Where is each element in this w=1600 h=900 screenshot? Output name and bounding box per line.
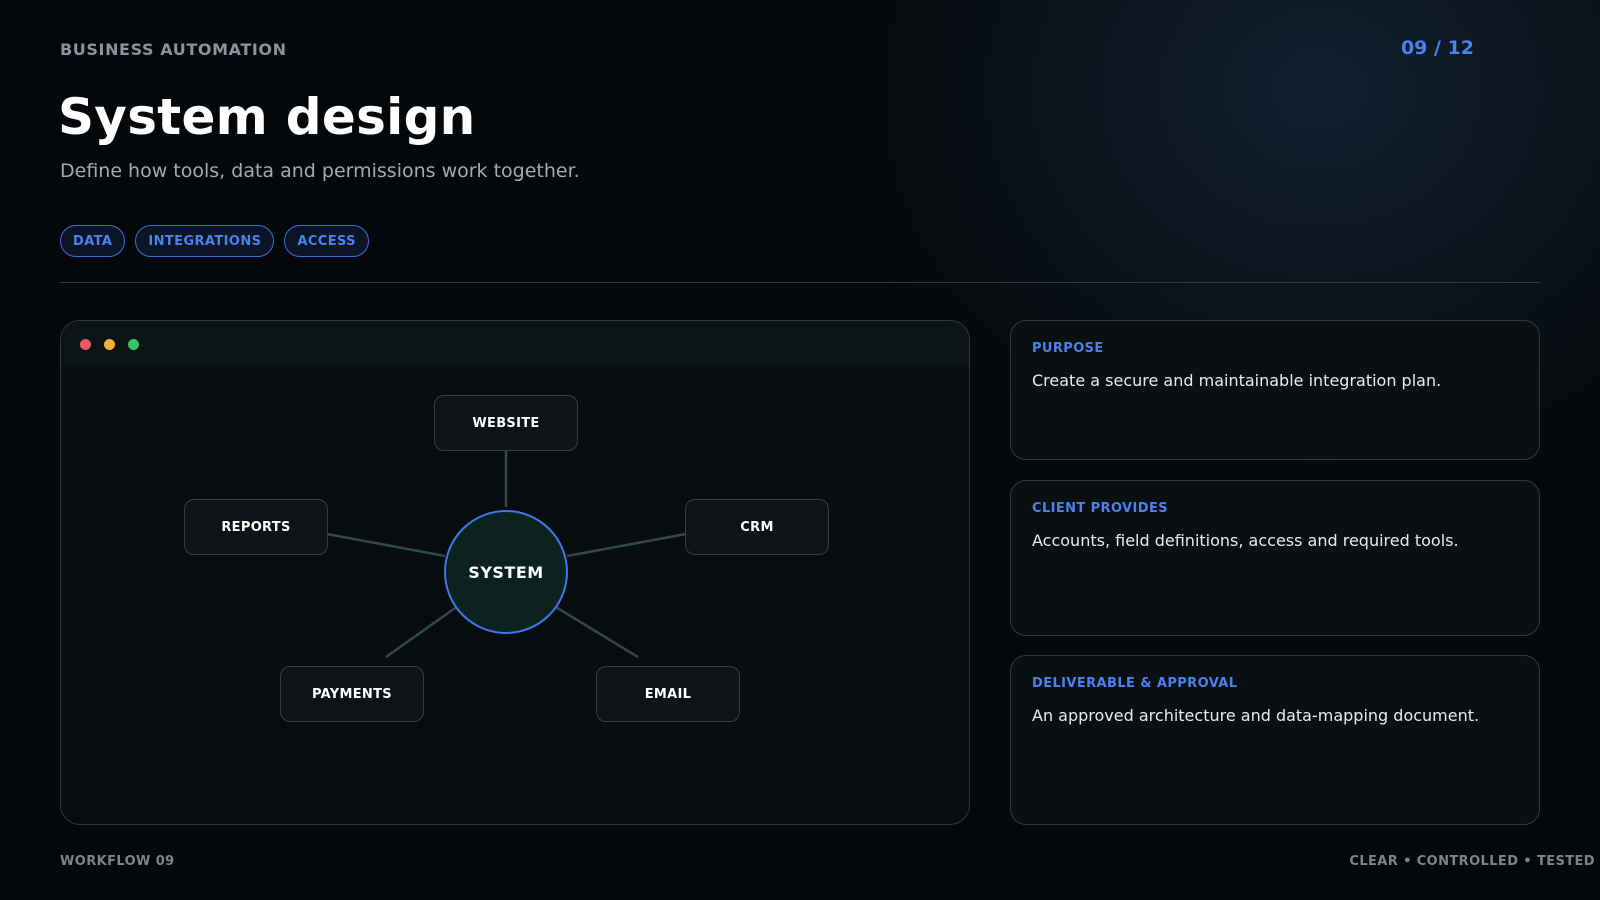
card-text: Accounts, field definitions, access and … [1032, 531, 1459, 550]
hub-system: SYSTEM [444, 510, 568, 634]
card-text: An approved architecture and data-mappin… [1032, 706, 1480, 725]
page-title: System design [58, 88, 476, 146]
node-email: EMAIL [596, 666, 740, 722]
card-label: CLIENT PROVIDES [1032, 501, 1168, 516]
connector-reports [326, 532, 446, 558]
node-payments: PAYMENTS [280, 666, 424, 722]
header-divider [60, 282, 1540, 283]
card-text: Create a secure and maintainable integra… [1032, 371, 1442, 390]
card-deliverable-approval: DELIVERABLE & APPROVAL An approved archi… [1010, 655, 1540, 825]
connector-email [553, 604, 639, 659]
card-purpose: PURPOSE Create a secure and maintainable… [1010, 320, 1540, 460]
tag-access: ACCESS [284, 225, 369, 257]
node-reports: REPORTS [184, 499, 328, 555]
footer-tagline: CLEAR • CONTROLLED • TESTED [1349, 854, 1595, 869]
page-subtitle: Define how tools, data and permissions w… [60, 160, 580, 182]
eyebrow-label: BUSINESS AUTOMATION [60, 40, 287, 59]
tag-list: DATA INTEGRATIONS ACCESS [60, 225, 369, 257]
card-label: DELIVERABLE & APPROVAL [1032, 676, 1238, 691]
connector-crm [566, 532, 687, 558]
node-website: WEBSITE [434, 395, 578, 451]
card-label: PURPOSE [1032, 341, 1104, 356]
card-client-provides: CLIENT PROVIDES Accounts, field definiti… [1010, 480, 1540, 636]
connector-payments [385, 604, 459, 659]
tag-integrations: INTEGRATIONS [135, 225, 275, 257]
node-crm: CRM [685, 499, 829, 555]
tag-data: DATA [60, 225, 126, 257]
footer-workflow-label: WORKFLOW 09 [60, 854, 175, 869]
diagram-window: WEBSITE REPORTS CRM PAYMENTS EMAIL SYSTE… [60, 320, 970, 825]
page-counter: 09 / 12 [1400, 37, 1474, 59]
